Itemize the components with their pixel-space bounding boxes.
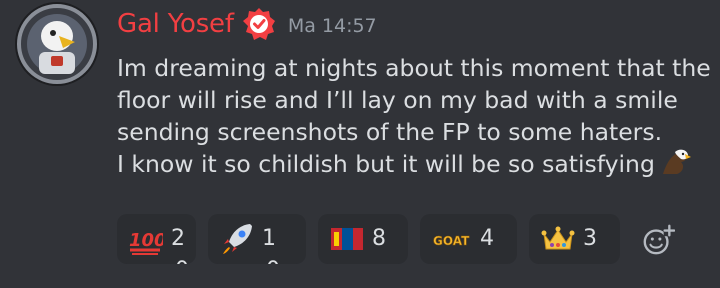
svg-text:100: 100 xyxy=(129,230,163,251)
user-avatar[interactable] xyxy=(15,2,99,86)
hundred-points-emoji-icon: 100 xyxy=(129,222,163,256)
username[interactable]: Gal Yosef xyxy=(117,9,234,39)
rocket-emoji-icon xyxy=(220,222,254,256)
reaction-crown[interactable]: 3 xyxy=(529,214,620,264)
message-line: sending screenshots of the FP to some ha… xyxy=(117,118,663,146)
reaction-count-next: 0 xyxy=(175,258,189,264)
add-reaction-button[interactable] xyxy=(638,220,678,260)
reaction-count: 1 xyxy=(262,226,276,251)
message-line: floor will rise and I’ll lay on my bad w… xyxy=(117,86,678,114)
message-line-last: I know it so childish but it will be so … xyxy=(117,148,707,180)
reaction-count-next: 0 xyxy=(266,258,280,264)
reaction-goat[interactable]: GOAT 4 xyxy=(420,214,517,264)
reaction-hundred[interactable]: 100 2 0 xyxy=(117,214,196,264)
reaction-count: 2 xyxy=(171,226,185,251)
reaction-count: 4 xyxy=(480,226,494,251)
verified-badge-icon xyxy=(242,7,276,41)
goat-text-emoji-icon: GOAT xyxy=(432,222,472,256)
eagle-emoji-icon xyxy=(661,148,691,176)
reaction-rocket[interactable]: 1 0 xyxy=(208,214,306,264)
reaction-count: 8 xyxy=(372,226,386,251)
astronaut-eagle-avatar-icon xyxy=(15,2,99,86)
message-line: Im dreaming at nights about this moment … xyxy=(117,54,711,82)
reaction-mongolia-flag[interactable]: 8 xyxy=(318,214,408,264)
message-line-text: I know it so childish but it will be so … xyxy=(117,150,655,178)
reactions-bar: 100 2 0 1 0 xyxy=(117,214,678,264)
crown-emoji-icon xyxy=(541,222,575,256)
reaction-count: 3 xyxy=(583,226,597,251)
chat-message: Gal Yosef Ma 14:57 Im dreaming at nights… xyxy=(0,0,720,288)
add-reaction-icon xyxy=(643,224,675,255)
message-timestamp: Ma 14:57 xyxy=(287,15,377,37)
mongolia-flag-emoji-icon xyxy=(330,222,364,256)
svg-text:GOAT: GOAT xyxy=(433,234,470,248)
message-content: Im dreaming at nights about this moment … xyxy=(117,52,711,180)
message-header: Gal Yosef Ma 14:57 xyxy=(117,4,377,44)
